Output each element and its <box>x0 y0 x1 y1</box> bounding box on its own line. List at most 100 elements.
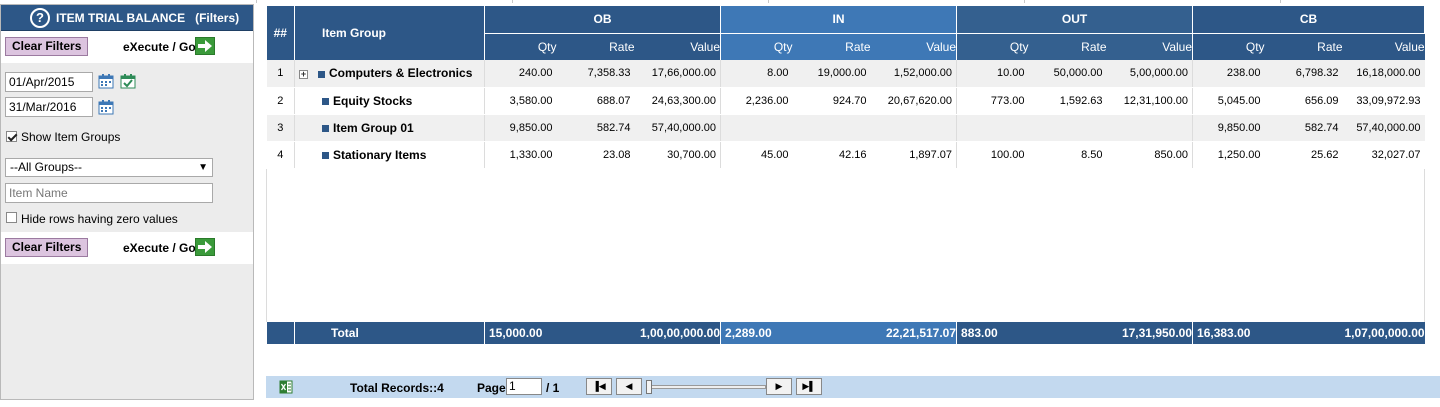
total-cb-value: 1,07,00,000.00 <box>1342 322 1425 344</box>
ob-rate-cell: 7,358.33 <box>556 60 635 88</box>
total-in-qty: 2,289.00 <box>720 322 793 344</box>
expand-plus-icon[interactable]: + <box>299 69 308 79</box>
out-rate-cell <box>1028 114 1107 142</box>
cb-value-cell: 33,09,972.93 <box>1342 87 1425 115</box>
hide-zero-rows-checkbox[interactable] <box>6 212 17 223</box>
show-item-groups-checkbox[interactable] <box>6 131 17 142</box>
cb-rate-header[interactable]: Rate <box>1264 32 1343 60</box>
calendar-check-icon[interactable] <box>120 73 136 89</box>
prev-page-button[interactable]: ◀ <box>616 378 642 395</box>
out-qty-cell: 773.00 <box>956 87 1029 115</box>
table-row[interactable]: 3 Item Group 01 9,850.00 582.74 57,40,00… <box>266 114 1425 142</box>
out-value-cell <box>1106 114 1193 142</box>
in-section-header: IN <box>720 6 958 33</box>
page-slider-track[interactable] <box>646 385 766 389</box>
execute-label[interactable]: eXecute / Go <box>123 241 196 255</box>
item-group-name: Equity Stocks <box>333 93 413 108</box>
item-group-cell[interactable]: Item Group 01 <box>294 114 485 142</box>
table-row[interactable]: 2 Equity Stocks 3,580.00 688.07 24,63,30… <box>266 87 1425 115</box>
item-group-cell[interactable]: Stationary Items <box>294 141 485 169</box>
in-qty-cell: 8.00 <box>720 60 793 88</box>
out-section-header: OUT <box>956 6 1194 33</box>
in-rate-header[interactable]: Rate <box>792 32 871 60</box>
trial-balance-grid: ## Item Group OB IN OUT CB Qty Rate Valu… <box>265 6 1426 344</box>
out-value-cell: 850.00 <box>1106 141 1193 169</box>
cb-rate-cell: 582.74 <box>1264 114 1343 142</box>
to-date-input[interactable]: 31/Mar/2016 <box>5 97 93 117</box>
hide-zero-rows-label: Hide rows having zero values <box>21 212 178 226</box>
last-page-button[interactable]: ▶▌ <box>796 378 822 395</box>
table-row[interactable]: 1 + Computers & Electronics 240.00 7,358.… <box>266 60 1425 88</box>
cb-qty-cell: 238.00 <box>1192 60 1265 88</box>
table-row[interactable]: 4 Stationary Items 1,330.00 23.08 30,700… <box>266 141 1425 169</box>
cb-qty-header[interactable]: Qty <box>1192 32 1265 60</box>
item-group-name: Item Group 01 <box>333 120 414 135</box>
filter-panel: ? ITEM TRIAL BALANCE (Filters) Clear Fil… <box>0 4 254 400</box>
group-square-icon <box>318 70 325 78</box>
in-qty-header[interactable]: Qty <box>720 32 793 60</box>
next-page-button[interactable]: ▶ <box>766 378 792 395</box>
group-square-icon <box>322 124 329 132</box>
out-rate-header[interactable]: Rate <box>1028 32 1107 60</box>
ob-rate-header[interactable]: Rate <box>556 32 635 60</box>
group-select[interactable]: --All Groups-- ▼ <box>5 158 213 177</box>
ob-rate-cell: 23.08 <box>556 141 635 169</box>
clear-filters-button[interactable]: Clear Filters <box>5 238 89 257</box>
arrow-right-icon <box>198 40 212 52</box>
clear-filters-button[interactable]: Clear Filters <box>5 37 89 56</box>
in-value-cell: 1,897.07 <box>870 141 957 169</box>
ob-value-cell: 24,63,300.00 <box>634 87 721 115</box>
in-qty-cell: 45.00 <box>720 141 793 169</box>
caret-down-icon: ▼ <box>198 162 208 173</box>
out-qty-cell: 10.00 <box>956 60 1029 88</box>
ob-qty-cell: 1,330.00 <box>484 141 557 169</box>
filter-panel-header: ? ITEM TRIAL BALANCE (Filters) <box>1 5 253 31</box>
row-number-header: ## <box>266 6 295 60</box>
cb-rate-cell: 25.62 <box>1264 141 1343 169</box>
execute-go-button[interactable] <box>195 37 215 55</box>
calendar-icon[interactable] <box>98 73 114 89</box>
ob-value-cell: 17,66,000.00 <box>634 60 721 88</box>
total-ob-value: 1,00,00,000.00 <box>634 322 721 344</box>
cb-qty-cell: 9,850.00 <box>1192 114 1265 142</box>
cb-section-header: CB <box>1192 6 1426 33</box>
execute-go-button[interactable] <box>195 238 215 256</box>
out-qty-header[interactable]: Qty <box>956 32 1029 60</box>
ob-qty-header[interactable]: Qty <box>484 32 557 60</box>
grid-pager: Total Records::4 Page 1 / 1 ▐◀ ◀ ▶ ▶▌ <box>266 376 1440 398</box>
page-slider-handle[interactable] <box>646 380 652 394</box>
item-name-input[interactable]: Item Name <box>5 183 213 203</box>
group-square-icon <box>322 97 329 105</box>
in-qty-cell <box>720 114 793 142</box>
cb-value-header[interactable]: Value <box>1342 32 1425 60</box>
out-rate-cell: 50,000.00 <box>1028 60 1107 88</box>
in-value-cell: 1,52,000.00 <box>870 60 957 88</box>
in-value-cell <box>870 114 957 142</box>
item-group-name: Computers & Electronics <box>329 66 473 81</box>
first-page-button[interactable]: ▐◀ <box>586 378 612 395</box>
total-cb-qty: 16,383.00 <box>1192 322 1265 344</box>
cb-qty-cell: 5,045.00 <box>1192 87 1265 115</box>
in-value-header[interactable]: Value <box>870 32 957 60</box>
total-row: Total 15,000.00 1,00,00,000.00 2,289.00 … <box>266 322 1425 344</box>
out-value-cell: 12,31,100.00 <box>1106 87 1193 115</box>
from-date-input[interactable]: 01/Apr/2015 <box>5 72 93 92</box>
ob-rate-cell: 582.74 <box>556 114 635 142</box>
in-rate-cell <box>792 114 871 142</box>
item-group-header[interactable]: Item Group <box>294 6 485 60</box>
ob-rate-cell: 688.07 <box>556 87 635 115</box>
out-value-cell: 5,00,000.00 <box>1106 60 1193 88</box>
empty-grid-area <box>265 168 1426 322</box>
help-icon[interactable]: ? <box>30 8 50 28</box>
page-number-input[interactable]: 1 <box>506 378 542 395</box>
ob-qty-cell: 3,580.00 <box>484 87 557 115</box>
excel-export-icon[interactable] <box>279 380 293 394</box>
execute-label[interactable]: eXecute / Go <box>123 40 196 54</box>
total-label: Total <box>294 322 485 344</box>
ob-value-header[interactable]: Value <box>634 32 721 60</box>
calendar-icon[interactable] <box>98 99 114 115</box>
item-group-cell[interactable]: Equity Stocks <box>294 87 485 115</box>
item-group-cell[interactable]: + Computers & Electronics <box>294 60 485 88</box>
out-value-header[interactable]: Value <box>1106 32 1193 60</box>
arrow-right-icon <box>198 241 212 253</box>
